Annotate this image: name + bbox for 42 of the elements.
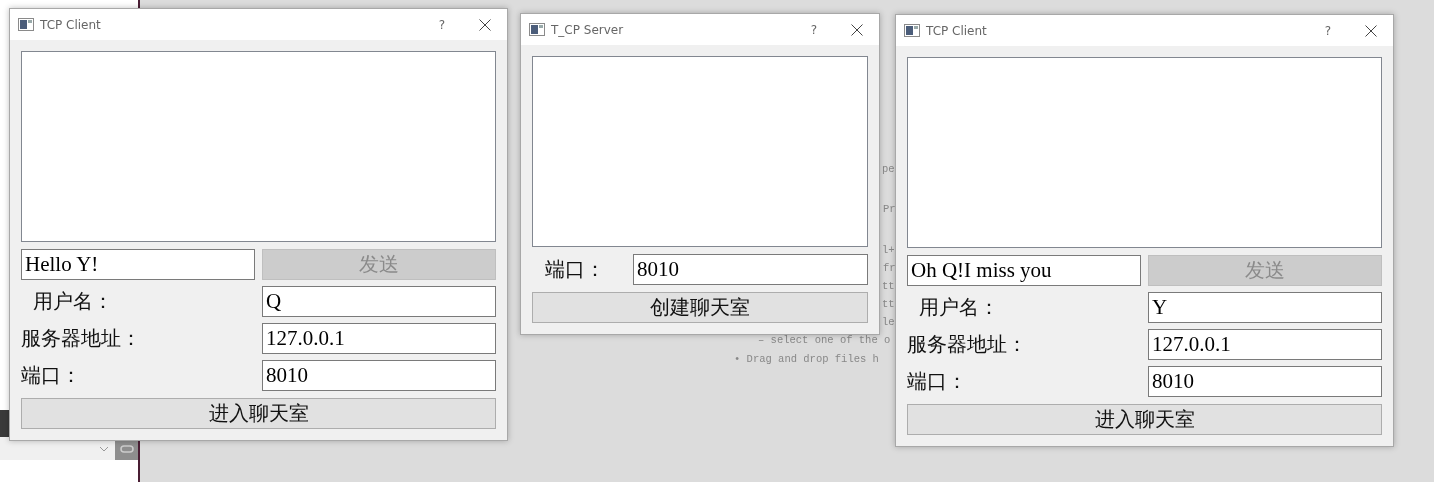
- caret-icon[interactable]: [99, 445, 109, 452]
- close-icon[interactable]: [1365, 24, 1377, 37]
- field-label: 用户名：: [32, 288, 114, 315]
- action-button[interactable]: 进入聊天室: [21, 398, 496, 429]
- background-text: fr: [883, 262, 896, 274]
- close-icon[interactable]: [479, 18, 491, 31]
- field-label: 端口：: [21, 362, 82, 389]
- input-field[interactable]: 8010: [262, 360, 496, 391]
- help-button[interactable]: ?: [1324, 23, 1331, 38]
- background-text: le: [882, 316, 895, 328]
- input-field[interactable]: 8010: [633, 254, 868, 285]
- window-icon: [529, 23, 545, 36]
- input-field[interactable]: 127.0.0.1: [262, 323, 496, 354]
- input-field[interactable]: 127.0.0.1: [1148, 329, 1382, 360]
- background-text: tt: [882, 298, 895, 310]
- field-label: 端口：: [907, 368, 968, 395]
- background-text: • Drag and drop files h: [734, 353, 879, 365]
- close-icon[interactable]: [851, 23, 863, 36]
- action-button[interactable]: 进入聊天室: [907, 404, 1382, 435]
- input-field[interactable]: Q: [262, 286, 496, 317]
- background-text: Pr: [883, 203, 896, 215]
- message-field[interactable]: Oh Q!I miss you: [907, 255, 1141, 286]
- window-icon: [904, 24, 920, 37]
- window-title: TCP Client: [926, 23, 988, 38]
- message-field[interactable]: Hello Y!: [21, 249, 255, 280]
- action-button[interactable]: 创建聊天室: [532, 292, 868, 323]
- field-label: 服务器地址：: [21, 325, 142, 352]
- field-label: 用户名：: [918, 294, 1000, 321]
- window-title: T_CP Server: [551, 22, 625, 37]
- window-title: TCP Client: [40, 17, 102, 32]
- input-field[interactable]: 8010: [1148, 366, 1382, 397]
- window-icon: [18, 18, 34, 31]
- background-text: – select one of the o: [758, 334, 891, 346]
- background-text: tt: [882, 280, 895, 292]
- background-text: l+: [882, 244, 895, 256]
- background-text: pe: [882, 163, 895, 175]
- input-field[interactable]: Y: [1148, 292, 1382, 323]
- field-label: 端口：: [544, 256, 606, 283]
- help-button[interactable]: ?: [810, 22, 817, 37]
- field-label: 服务器地址：: [907, 331, 1028, 358]
- help-button[interactable]: ?: [438, 17, 445, 32]
- link-icon: [119, 444, 134, 453]
